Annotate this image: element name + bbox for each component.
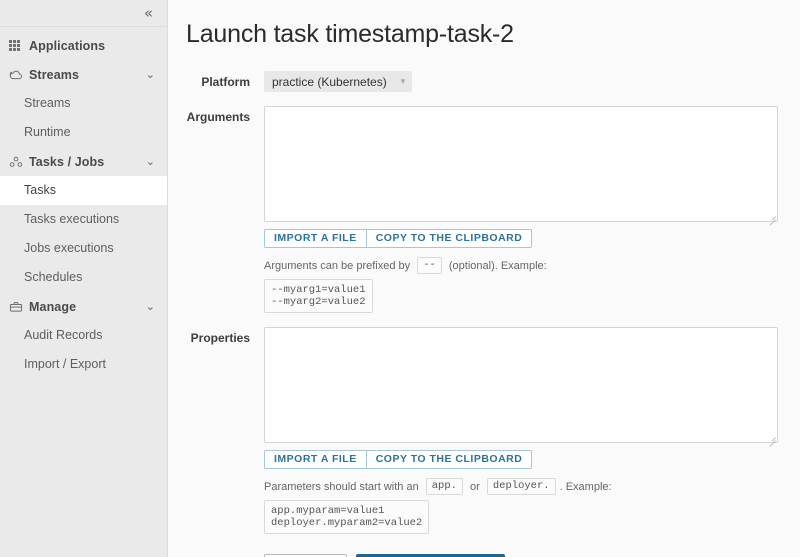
platform-label: Platform (201, 75, 250, 89)
chevron-down-icon[interactable]: ⌄ (146, 68, 155, 81)
chevron-down-icon[interactable]: ⌄ (146, 155, 155, 168)
properties-hint: Parameters should start with an app. or … (264, 478, 778, 495)
sidebar-item-import-export[interactable]: Import / Export (0, 350, 167, 379)
properties-input[interactable] (264, 327, 778, 443)
sidebar: « Applications Streams ⌄ Streams Runtime… (0, 0, 168, 557)
arguments-hint: Arguments can be prefixed by -- (optiona… (264, 257, 778, 274)
sidebar-item-schedules[interactable]: Schedules (0, 263, 167, 292)
properties-hint-chip-deployer: deployer. (486, 478, 556, 495)
arguments-button-group: IMPORT A FILE COPY TO THE CLIPBOARD (264, 229, 778, 248)
sidebar-group-label: Tasks / Jobs (29, 154, 105, 169)
platform-selected-value: practice (Kubernetes) (272, 74, 387, 89)
properties-hint-after: . Example: (559, 480, 612, 493)
sidebar-header: « (0, 0, 167, 27)
sidebar-item-streams[interactable]: Streams (0, 89, 167, 118)
sidebar-item-runtime[interactable]: Runtime (0, 118, 167, 147)
sidebar-item-tasks-executions[interactable]: Tasks executions (0, 205, 167, 234)
arguments-hint-chip: -- (417, 257, 442, 274)
main-content: Launch task timestamp-task-2 Platform pr… (168, 0, 800, 557)
actions-spacer (186, 534, 250, 538)
arguments-row: Arguments IMPORT A FILE COPY TO THE CLIP… (186, 106, 778, 313)
arguments-textarea-wrap (264, 106, 778, 226)
chevron-down-icon: ▾ (400, 76, 406, 87)
arguments-hint-after: (optional). Example: (445, 259, 547, 272)
arguments-copy-clipboard-button[interactable]: COPY TO THE CLIPBOARD (366, 229, 533, 248)
sidebar-group-label: Manage (29, 299, 77, 314)
sidebar-group-streams[interactable]: Streams ⌄ (0, 60, 167, 89)
arguments-input[interactable] (264, 106, 778, 222)
actions-control: CANCEL LAUNCH THE TASK (250, 534, 778, 557)
properties-import-file-button[interactable]: IMPORT A FILE (264, 450, 367, 469)
collapse-sidebar-icon[interactable]: « (140, 4, 157, 23)
properties-row: Properties IMPORT A FILE COPY TO THE CLI… (186, 327, 778, 534)
properties-control: IMPORT A FILE COPY TO THE CLIPBOARD Para… (250, 327, 778, 534)
grid-icon (9, 40, 26, 51)
properties-textarea-wrap (264, 327, 778, 447)
arguments-import-file-button[interactable]: IMPORT A FILE (264, 229, 367, 248)
tasks-jobs-icon (9, 156, 26, 168)
actions-row: CANCEL LAUNCH THE TASK (186, 534, 778, 557)
sidebar-group-label: Applications (29, 38, 106, 53)
page-title: Launch task timestamp-task-2 (186, 20, 514, 48)
platform-row: Platform practice (Kubernetes) ▾ (186, 71, 778, 92)
sidebar-group-applications[interactable]: Applications (0, 31, 167, 60)
arguments-hint-before: Arguments can be prefixed by (264, 259, 414, 272)
launch-task-form: Platform practice (Kubernetes) ▾ Argumen… (168, 71, 800, 557)
platform-control: practice (Kubernetes) ▾ (250, 71, 778, 92)
app-root: « Applications Streams ⌄ Streams Runtime… (0, 0, 800, 557)
chevron-down-icon[interactable]: ⌄ (146, 300, 155, 313)
sidebar-item-tasks[interactable]: Tasks (0, 176, 167, 205)
briefcase-icon (9, 301, 26, 313)
sidebar-nav: Applications Streams ⌄ Streams Runtime T… (0, 27, 167, 379)
sidebar-group-tasks-jobs[interactable]: Tasks / Jobs ⌄ (0, 147, 167, 176)
properties-button-group: IMPORT A FILE COPY TO THE CLIPBOARD (264, 450, 778, 469)
platform-select[interactable]: practice (Kubernetes) ▾ (264, 71, 413, 92)
arguments-label: Arguments (186, 110, 250, 124)
arguments-control: IMPORT A FILE COPY TO THE CLIPBOARD Argu… (250, 106, 778, 313)
properties-hint-chip-app: app. (425, 478, 463, 495)
sidebar-group-label: Streams (29, 67, 80, 82)
sidebar-item-jobs-executions[interactable]: Jobs executions (0, 234, 167, 263)
properties-copy-clipboard-button[interactable]: COPY TO THE CLIPBOARD (366, 450, 533, 469)
sidebar-item-audit-records[interactable]: Audit Records (0, 321, 167, 350)
properties-example: app.myparam=value1 deployer.myparam2=val… (264, 500, 430, 534)
streams-cloud-icon (9, 69, 26, 81)
arguments-example: --myarg1=value1 --myarg2=value2 (264, 279, 373, 313)
properties-hint-before: Parameters should start with an (264, 480, 422, 493)
sidebar-group-manage[interactable]: Manage ⌄ (0, 292, 167, 321)
properties-hint-mid: or (466, 480, 483, 493)
properties-label: Properties (190, 331, 250, 345)
